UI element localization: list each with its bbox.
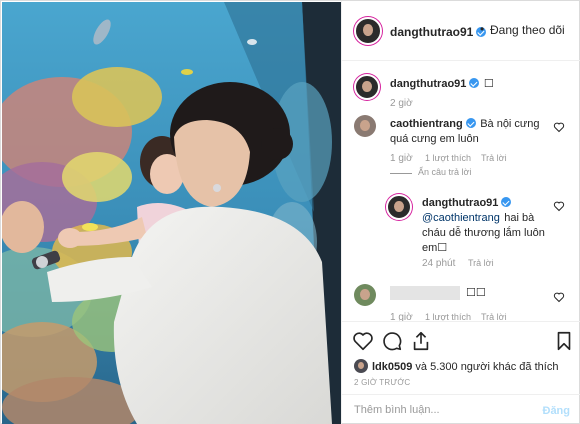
header-separator: • — [480, 22, 485, 36]
liker-avatar[interactable] — [354, 359, 368, 373]
like-comment-heart-icon[interactable] — [553, 291, 565, 303]
commenter-avatar[interactable] — [354, 115, 376, 137]
replies-divider — [390, 173, 412, 174]
verified-badge-icon — [465, 118, 476, 128]
verified-badge-icon — [469, 78, 480, 88]
comment-time[interactable]: 1 giờ — [390, 312, 413, 321]
author-username-row: dangthutrao91 — [390, 23, 487, 41]
reply-mention[interactable]: @caothientrang — [422, 212, 500, 224]
reply-avatar[interactable] — [386, 194, 412, 220]
following-button[interactable]: Đang theo dõi — [490, 23, 565, 37]
comment-time[interactable]: 1 giờ — [390, 153, 413, 164]
author-avatar[interactable] — [354, 17, 382, 45]
commenter-avatar[interactable] — [354, 284, 376, 306]
caption-text: ☐ — [483, 78, 494, 90]
instagram-post: dangthutrao91 • Đang theo dõi dangthutra… — [0, 0, 580, 424]
reply-username[interactable]: dangthutrao91 — [422, 197, 498, 209]
caption-username[interactable]: dangthutrao91 — [390, 78, 466, 90]
like-comment-heart-icon[interactable] — [553, 121, 565, 133]
post-comment-button[interactable]: Đăng — [543, 405, 571, 417]
add-comment-input[interactable] — [354, 404, 524, 416]
aquarium-photo — [2, 2, 341, 424]
comment-username[interactable]: caothientrang — [390, 118, 463, 130]
post-header: dangthutrao91 • Đang theo dõi — [342, 1, 580, 61]
comment-bubble-icon[interactable] — [381, 330, 403, 352]
reply-time[interactable]: 24 phút — [422, 258, 455, 269]
like-reply-heart-icon[interactable] — [553, 200, 565, 212]
post-photo[interactable] — [2, 2, 341, 424]
likes-summary: ldk0509 và 5.300 người khác đã thích — [354, 359, 558, 373]
like-heart-icon[interactable] — [352, 330, 374, 352]
comment-likes[interactable]: 1 lượt thích — [425, 312, 471, 321]
reply-button[interactable]: Trả lời — [468, 258, 494, 268]
comment-body: caothientrang Bà nội cưng quá cưng em lu… — [390, 116, 550, 146]
likes-count-text[interactable]: và 5.300 người khác đã thích — [412, 361, 558, 373]
verified-badge-icon — [501, 197, 512, 207]
post-side-panel: dangthutrao91 • Đang theo dõi dangthutra… — [341, 1, 580, 424]
share-icon[interactable] — [410, 330, 432, 352]
reply-button[interactable]: Trả lời — [481, 312, 507, 321]
bookmark-icon[interactable] — [553, 330, 575, 352]
caption-time[interactable]: 2 giờ — [390, 98, 413, 109]
comment-likes[interactable]: 1 lượt thích — [425, 153, 471, 163]
add-comment-bar: Đăng — [342, 394, 580, 424]
caption-avatar[interactable] — [354, 74, 380, 100]
reply-button[interactable]: Trả lời — [481, 153, 507, 163]
post-time-ago[interactable]: 2 GIỜ TRƯỚC — [354, 378, 410, 387]
comment-text: ☐☐ — [466, 287, 486, 299]
caption-body: dangthutrao91 ☐ — [390, 74, 570, 92]
reply-body: dangthutrao91 @caothientrang hai bà cháu… — [422, 195, 552, 255]
post-actions: ldk0509 và 5.300 người khác đã thích 2 G… — [342, 321, 580, 421]
comments-section: dangthutrao91 ☐ 2 giờ caothientrang Bà n… — [342, 62, 580, 321]
liker-username[interactable]: ldk0509 — [372, 361, 412, 373]
author-username[interactable]: dangthutrao91 — [390, 25, 473, 39]
redacted-username — [390, 286, 460, 300]
hide-replies-button[interactable]: Ẩn câu trả lời — [418, 167, 471, 177]
